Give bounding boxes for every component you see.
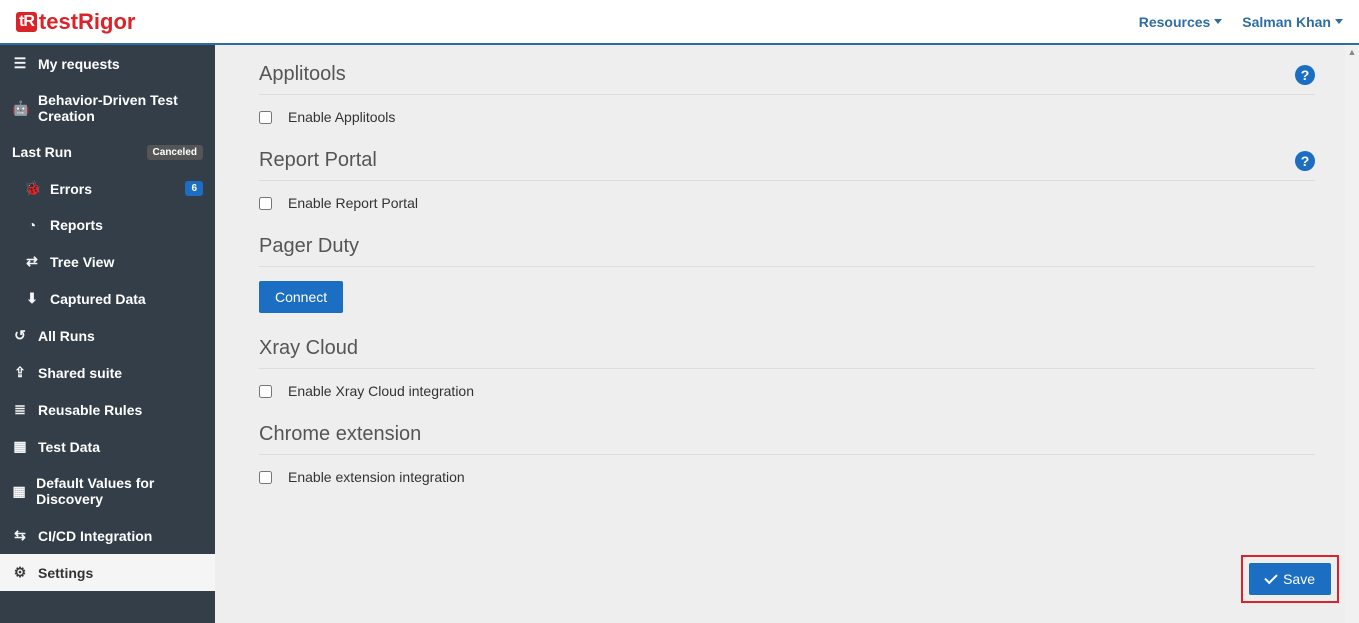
user-name: Salman Khan [1242,14,1331,30]
main-content: Applitools ? Enable Applitools Report Po… [229,45,1345,623]
sidebar-item-label: Reports [50,217,103,233]
enable-applitools-checkbox[interactable] [259,111,272,124]
section-title-pager-duty: Pager Duty [259,217,1315,267]
sidebar-item-my-requests[interactable]: ☰ My requests [0,45,215,82]
resources-label: Resources [1139,14,1211,30]
logo-badge: tR [16,12,37,32]
applitools-checkbox-row: Enable Applitools [259,95,1315,131]
list-icon: ☰ [12,55,28,72]
top-nav: Resources Salman Khan [1139,14,1343,30]
grid-icon: ▦ [12,483,26,500]
sidebar-item-reports[interactable]: ◔ Reports [0,207,215,243]
logo-text: testRigor [39,9,136,35]
scroll-up-arrow-icon[interactable]: ▲ [1345,45,1359,59]
sidebar-item-captured-data[interactable]: ⬇ Captured Data [0,280,215,317]
vertical-scrollbar[interactable]: ▲ [1345,45,1359,623]
sidebar-item-label: Reusable Rules [38,402,142,418]
help-icon[interactable]: ? [1295,65,1315,85]
resources-dropdown[interactable]: Resources [1139,14,1223,30]
sidebar-item-tree-view[interactable]: ⇄ Tree View [0,243,215,280]
pie-chart-icon: ◔ [24,217,40,233]
sidebar-item-label: Captured Data [50,291,146,307]
bug-icon: 🐞 [24,180,40,197]
robot-icon: 🤖 [12,100,28,117]
save-button-highlight: Save [1241,555,1339,603]
enable-chrome-ext-checkbox[interactable] [259,471,272,484]
enable-chrome-ext-label: Enable extension integration [288,469,465,485]
sidebar-item-errors[interactable]: 🐞 Errors 6 [0,170,215,207]
sidebar-item-bdt-creation[interactable]: 🤖 Behavior-Driven Test Creation [0,82,215,134]
section-title-chrome-extension: Chrome extension [259,405,1315,455]
enable-report-portal-label: Enable Report Portal [288,195,418,211]
enable-xray-cloud-label: Enable Xray Cloud integration [288,383,474,399]
section-title-text: Xray Cloud [259,337,358,360]
sidebar-item-reusable-rules[interactable]: ≣ Reusable Rules [0,391,215,428]
rules-icon: ≣ [12,401,28,418]
chrome-ext-checkbox-row: Enable extension integration [259,455,1315,491]
sidebar-item-label: Settings [38,565,93,581]
logo[interactable]: tR testRigor [16,9,135,35]
sidebar-item-label: All Runs [38,328,95,344]
sidebar-item-label: Tree View [50,254,114,270]
sidebar-item-settings[interactable]: ⚙ Settings [0,554,215,591]
sidebar-item-last-run[interactable]: Last Run Canceled [0,134,215,170]
chevron-down-icon [1214,19,1222,24]
sidebar-item-label: Shared suite [38,365,122,381]
last-run-status-badge: Canceled [147,145,203,160]
sidebar-item-label: CI/CD Integration [38,528,152,544]
errors-count-badge: 6 [185,181,203,196]
section-title-text: Report Portal [259,149,377,172]
section-title-applitools: Applitools ? [259,63,1315,95]
table-icon: ▦ [12,438,28,455]
xray-cloud-checkbox-row: Enable Xray Cloud integration [259,369,1315,405]
sidebar-item-label: Test Data [38,439,100,455]
pager-duty-connect-button[interactable]: Connect [259,281,343,313]
help-icon[interactable]: ? [1295,151,1315,171]
main-wrap: Applitools ? Enable Applitools Report Po… [215,45,1359,623]
sidebar-item-label: Behavior-Driven Test Creation [38,92,203,124]
tree-icon: ⇄ [24,253,40,270]
gear-icon: ⚙ [12,564,28,581]
history-icon: ↺ [12,327,28,344]
sidebar-item-label: My requests [38,56,120,72]
sidebar-item-all-runs[interactable]: ↺ All Runs [0,317,215,354]
sidebar: ☰ My requests 🤖 Behavior-Driven Test Cre… [0,45,215,623]
share-icon: ⇪ [12,364,28,381]
report-portal-checkbox-row: Enable Report Portal [259,181,1315,217]
download-icon: ⬇ [24,290,40,307]
section-title-xray-cloud: Xray Cloud [259,319,1315,369]
sidebar-item-shared-suite[interactable]: ⇪ Shared suite [0,354,215,391]
user-menu[interactable]: Salman Khan [1242,14,1343,30]
section-title-text: Applitools [259,63,346,86]
topbar: tR testRigor Resources Salman Khan [0,0,1359,45]
enable-applitools-label: Enable Applitools [288,109,395,125]
section-title-report-portal: Report Portal ? [259,131,1315,181]
sidebar-item-label: Errors [50,181,92,197]
sidebar-item-label: Default Values for Discovery [36,475,203,507]
settings-panel: Applitools ? Enable Applitools Report Po… [229,45,1345,521]
sidebar-item-test-data[interactable]: ▦ Test Data [0,428,215,465]
check-icon [1264,571,1277,584]
sidebar-item-default-values[interactable]: ▦ Default Values for Discovery [0,465,215,517]
section-title-text: Pager Duty [259,235,359,258]
enable-report-portal-checkbox[interactable] [259,197,272,210]
save-button-label: Save [1283,571,1315,587]
section-title-text: Chrome extension [259,423,421,446]
shuffle-icon: ⇆ [12,527,28,544]
pager-duty-button-row: Connect [259,267,1315,319]
sidebar-item-cicd[interactable]: ⇆ CI/CD Integration [0,517,215,554]
save-button[interactable]: Save [1249,563,1331,595]
chevron-down-icon [1335,19,1343,24]
last-run-label: Last Run [12,144,72,160]
enable-xray-cloud-checkbox[interactable] [259,385,272,398]
